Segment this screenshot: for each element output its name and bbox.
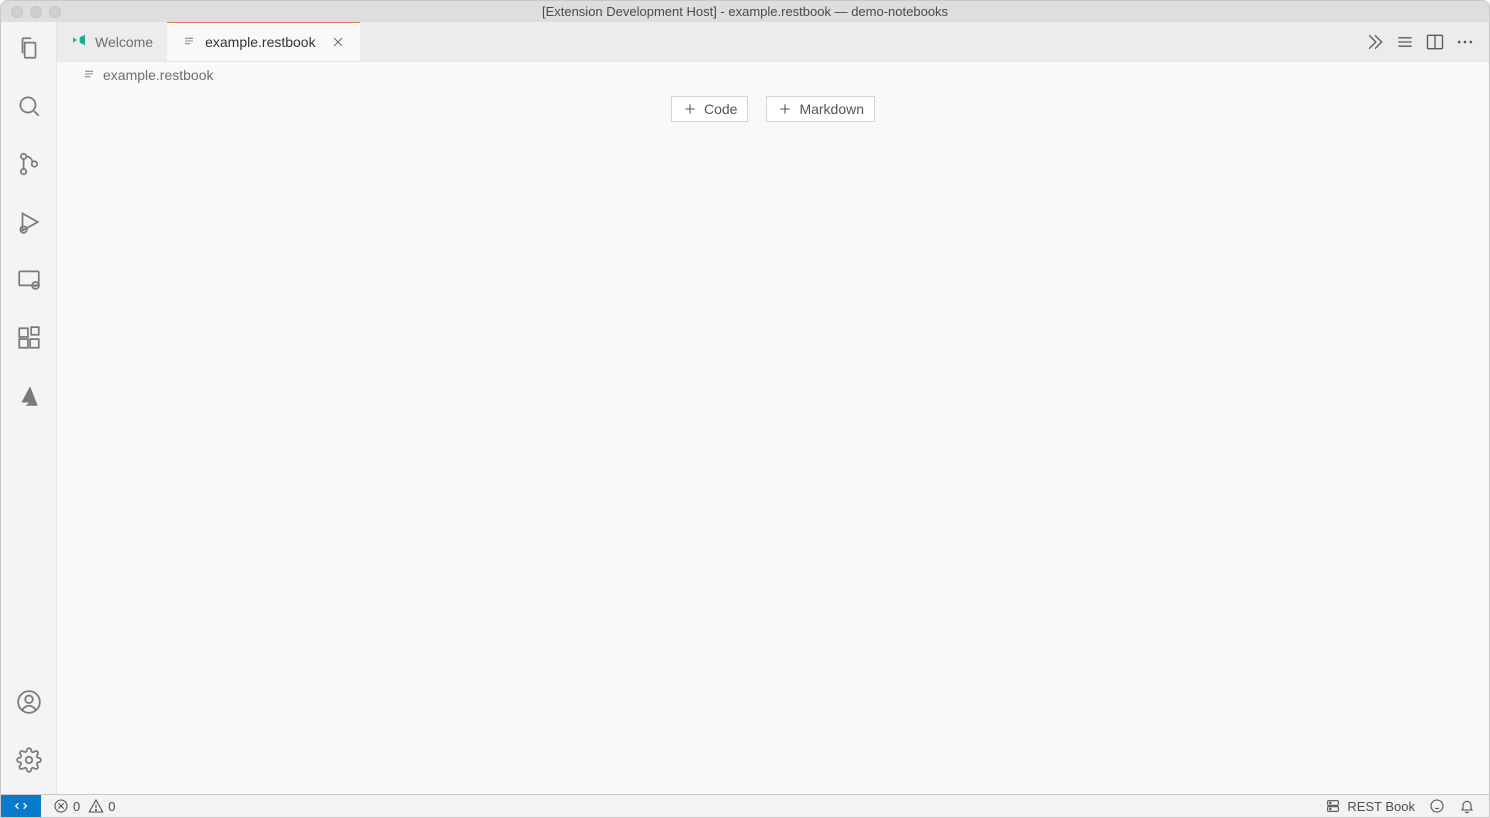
vscode-logo-icon	[71, 32, 87, 51]
extensions-icon[interactable]	[15, 324, 43, 352]
run-debug-icon[interactable]	[15, 208, 43, 236]
status-feedback-icon[interactable]	[1429, 798, 1445, 814]
kernel-label: REST Book	[1347, 799, 1415, 814]
file-icon	[181, 33, 197, 52]
clear-outputs-icon[interactable]	[1395, 32, 1415, 52]
error-icon	[53, 798, 69, 814]
warnings-count: 0	[108, 799, 115, 814]
add-markdown-label: Markdown	[799, 101, 864, 117]
status-bar: 0 0 REST Book	[0, 794, 1490, 818]
editor-tabs: Welcome example.restbook	[57, 22, 1489, 62]
bell-icon	[1459, 798, 1475, 814]
editor-actions	[1365, 22, 1489, 61]
azure-icon[interactable]	[15, 382, 43, 410]
status-bell-icon[interactable]	[1459, 798, 1475, 814]
tab-example-restbook[interactable]: example.restbook	[167, 21, 360, 61]
add-markdown-cell-button[interactable]: Markdown	[766, 96, 875, 122]
search-icon[interactable]	[15, 92, 43, 120]
tab-welcome[interactable]: Welcome	[57, 22, 167, 61]
errors-count: 0	[73, 799, 80, 814]
file-icon	[81, 66, 97, 85]
activity-bar	[1, 22, 57, 794]
editor-area: Welcome example.restbook	[57, 22, 1489, 794]
accounts-icon[interactable]	[15, 688, 43, 716]
feedback-icon	[1429, 798, 1445, 814]
breadcrumb-file: example.restbook	[103, 67, 214, 83]
status-warnings[interactable]: 0	[88, 798, 115, 814]
add-code-label: Code	[704, 101, 737, 117]
explorer-icon[interactable]	[15, 34, 43, 62]
warning-icon	[88, 798, 104, 814]
source-control-icon[interactable]	[15, 150, 43, 178]
tab-label: Welcome	[95, 34, 153, 50]
status-kernel[interactable]: REST Book	[1325, 798, 1415, 814]
remote-indicator[interactable]	[1, 795, 41, 817]
plus-icon	[682, 101, 698, 117]
server-icon	[1325, 798, 1341, 814]
tab-label: example.restbook	[205, 34, 316, 50]
status-errors[interactable]: 0	[53, 798, 80, 814]
remote-explorer-icon[interactable]	[15, 266, 43, 294]
add-cell-row: Code Markdown	[57, 96, 1489, 122]
close-tab-icon[interactable]	[330, 34, 346, 50]
breadcrumb[interactable]: example.restbook	[57, 62, 1489, 88]
split-editor-icon[interactable]	[1425, 32, 1445, 52]
titlebar: [Extension Development Host] - example.r…	[0, 0, 1490, 22]
settings-gear-icon[interactable]	[15, 746, 43, 774]
add-code-cell-button[interactable]: Code	[671, 96, 748, 122]
run-all-icon[interactable]	[1365, 32, 1385, 52]
window-title: [Extension Development Host] - example.r…	[1, 4, 1489, 19]
more-icon[interactable]	[1455, 32, 1475, 52]
notebook-content: Code Markdown	[57, 88, 1489, 794]
plus-icon	[777, 101, 793, 117]
